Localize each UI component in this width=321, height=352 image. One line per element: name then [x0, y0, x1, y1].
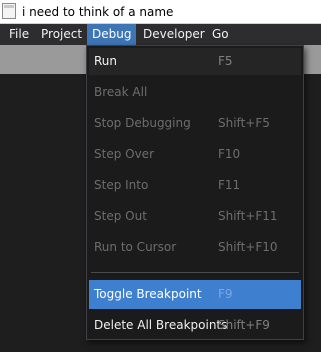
menu-item-shortcut: Shift+F10 [218, 240, 278, 254]
menu-item-label: Toggle Breakpoint [94, 287, 202, 301]
menu-bar: File Project Debug Developer Go [0, 24, 321, 45]
menu-item-label: Break All [94, 85, 148, 99]
menu-item-label: Run [94, 54, 118, 68]
debug-menu-dropdown: Run F5 Break All Stop Debugging Shift+F5… [86, 45, 304, 340]
menu-separator [91, 272, 299, 273]
menu-go[interactable]: Go [207, 24, 234, 45]
menu-item-shortcut: F10 [218, 147, 241, 161]
app-icon [2, 3, 16, 19]
menu-item-label: Delete All Breakpoints [94, 318, 228, 332]
menu-item-shortcut: Shift+F11 [218, 209, 278, 223]
menu-item-label: Step Into [94, 178, 149, 192]
menu-item-delete-all-breakpoints[interactable]: Delete All Breakpoints Shift+F9 [89, 312, 301, 339]
window-title: i need to think of a name [22, 5, 174, 19]
menu-item-step-into[interactable]: Step Into F11 [89, 172, 301, 199]
menu-item-label: Step Over [94, 147, 154, 161]
menu-item-run-to-cursor[interactable]: Run to Cursor Shift+F10 [89, 234, 301, 261]
menu-file[interactable]: File [4, 24, 34, 45]
menu-item-run[interactable]: Run F5 [89, 48, 301, 75]
menu-item-label: Step Out [94, 209, 147, 223]
menu-item-shortcut: F11 [218, 178, 241, 192]
menu-item-shortcut: F5 [218, 54, 233, 68]
menu-item-step-over[interactable]: Step Over F10 [89, 141, 301, 168]
menu-item-label: Run to Cursor [94, 240, 177, 254]
menu-item-shortcut: F9 [218, 287, 233, 301]
menu-item-step-out[interactable]: Step Out Shift+F11 [89, 203, 301, 230]
menu-item-label: Stop Debugging [94, 116, 191, 130]
menu-item-toggle-breakpoint[interactable]: Toggle Breakpoint F9 [89, 280, 301, 309]
title-bar: i need to think of a name [0, 0, 321, 24]
menu-item-shortcut: Shift+F5 [218, 116, 270, 130]
menu-debug[interactable]: Debug [87, 24, 137, 45]
menu-project[interactable]: Project [36, 24, 87, 45]
menu-item-shortcut: Shift+F9 [218, 318, 270, 332]
menu-item-stop-debugging[interactable]: Stop Debugging Shift+F5 [89, 110, 301, 137]
menu-developer[interactable]: Developer [138, 24, 210, 45]
menu-item-break-all[interactable]: Break All [89, 79, 301, 106]
